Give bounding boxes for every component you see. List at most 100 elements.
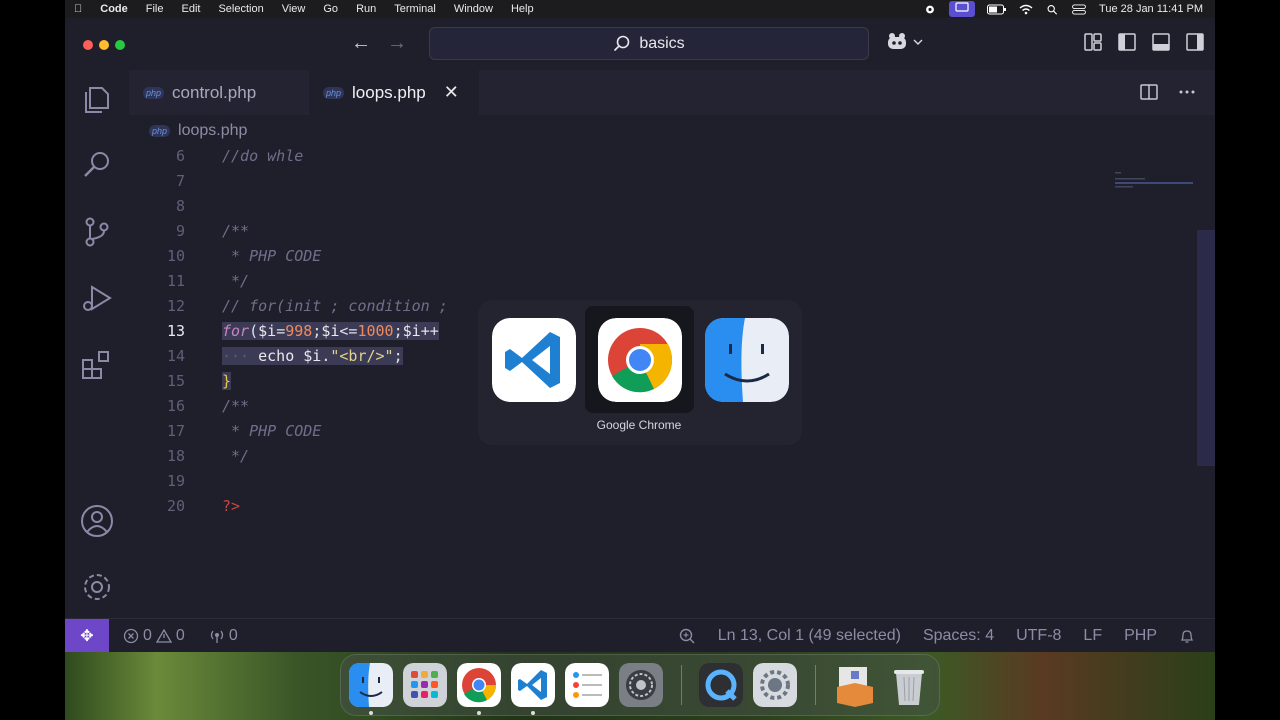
line-number: 7: [175, 171, 185, 190]
record-icon[interactable]: [923, 4, 937, 15]
toggle-secondary-sidebar-icon[interactable]: [1185, 32, 1205, 52]
source-control-icon[interactable]: [80, 215, 114, 249]
title-bar: ← → basics: [65, 18, 1215, 70]
remote-indicator-icon[interactable]: ✥: [65, 618, 109, 653]
spotlight-icon[interactable]: [1045, 4, 1059, 15]
code-text: */: [222, 271, 250, 290]
code-text: // for(init ; condition ;: [222, 296, 448, 315]
trash-icon[interactable]: [887, 663, 931, 707]
archive-utility-icon[interactable]: [833, 663, 877, 707]
cursor-position[interactable]: Ln 13, Col 1 (49 selected): [718, 627, 901, 645]
line-number: 16: [166, 396, 185, 415]
dock: [340, 654, 940, 716]
php-file-icon: php: [323, 86, 345, 99]
ports-count: 0: [228, 626, 238, 644]
indentation[interactable]: Spaces: 4: [923, 627, 994, 645]
customize-layout-icon[interactable]: [1083, 32, 1103, 52]
zoom-window-button[interactable]: [115, 40, 125, 50]
breadcrumb[interactable]: php loops.php: [149, 122, 247, 140]
code-line: 6 //do whle: [129, 143, 1129, 168]
settings-gear-icon[interactable]: [753, 663, 797, 707]
battery-icon[interactable]: [987, 4, 1007, 15]
code-text: }: [222, 371, 232, 390]
tab-loops-php[interactable]: php loops.php ✕: [309, 70, 479, 115]
code-line: 11 */: [129, 268, 1129, 293]
bell-icon[interactable]: [1179, 628, 1195, 644]
breadcrumb-file: loops.php: [178, 122, 248, 139]
vscode-icon[interactable]: [492, 318, 576, 402]
tab-control-php[interactable]: php control.php: [129, 70, 305, 115]
code-line: 20 ?>: [129, 493, 1129, 518]
menu-help[interactable]: Help: [502, 3, 543, 15]
back-arrow-icon[interactable]: ←: [351, 32, 371, 55]
code-line: 9 /**: [129, 218, 1129, 243]
zoom-icon[interactable]: [678, 627, 696, 645]
code-text: /**: [222, 221, 250, 240]
screen-share-icon[interactable]: [949, 1, 976, 17]
code-line: 8: [129, 193, 1129, 218]
line-number: 13: [166, 321, 185, 340]
accounts-icon[interactable]: [80, 504, 114, 538]
launchpad-icon[interactable]: [403, 663, 447, 707]
letterbox-right: [1215, 0, 1280, 720]
running-indicator: [369, 711, 373, 715]
run-debug-icon[interactable]: [80, 282, 114, 316]
toggle-primary-sidebar-icon[interactable]: [1117, 32, 1137, 52]
menubar-clock[interactable]: Tue 28 Jan 11:41 PM: [1099, 3, 1203, 15]
tab-bar: php control.php php loops.php ✕: [129, 70, 1215, 115]
screen:  Code File Edit Selection View Go Run T…: [0, 0, 1280, 720]
menu-edit[interactable]: Edit: [172, 3, 209, 15]
split-editor-icon[interactable]: [1139, 82, 1159, 102]
minimap[interactable]: [1115, 170, 1193, 194]
extensions-icon[interactable]: [80, 348, 114, 382]
command-center-search[interactable]: basics: [429, 27, 869, 60]
line-number: 10: [166, 246, 185, 265]
line-number: 17: [166, 421, 185, 440]
minimize-window-button[interactable]: [99, 40, 109, 50]
dock-separator: [815, 665, 816, 705]
tab-label: loops.php: [352, 82, 426, 102]
wifi-icon[interactable]: [1019, 4, 1033, 15]
close-icon[interactable]: ✕: [444, 82, 459, 103]
code-text: /**: [222, 396, 250, 415]
menu-go[interactable]: Go: [314, 3, 347, 15]
quicktime-icon[interactable]: [699, 663, 743, 707]
line-ending[interactable]: LF: [1083, 627, 1102, 645]
chrome-icon[interactable]: [457, 663, 501, 707]
copilot-button[interactable]: [885, 32, 923, 52]
line-number: 14: [166, 346, 185, 365]
menu-app-name[interactable]: Code: [91, 3, 137, 15]
manage-gear-icon[interactable]: [80, 570, 114, 604]
scrollbar-thumb[interactable]: [1197, 230, 1215, 466]
code-text: ?>: [222, 496, 241, 515]
menu-file[interactable]: File: [137, 3, 173, 15]
traffic-lights: [83, 40, 125, 50]
encoding[interactable]: UTF-8: [1016, 627, 1061, 645]
chevron-down-icon: [913, 39, 923, 45]
problems-indicator[interactable]: 0 0: [123, 627, 185, 645]
apple-menu-icon[interactable]: : [65, 3, 91, 15]
close-window-button[interactable]: [83, 40, 93, 50]
copilot-icon: [888, 33, 906, 49]
menu-window[interactable]: Window: [445, 3, 502, 15]
menu-terminal[interactable]: Terminal: [385, 3, 445, 15]
vscode-icon[interactable]: [511, 663, 555, 707]
finder-icon[interactable]: [705, 318, 789, 402]
menu-view[interactable]: View: [273, 3, 315, 15]
system-settings-icon[interactable]: [619, 663, 663, 707]
code-line: 10 * PHP CODE: [129, 243, 1129, 268]
menu-run[interactable]: Run: [347, 3, 385, 15]
more-actions-icon[interactable]: [1177, 82, 1197, 102]
reminders-icon[interactable]: [565, 663, 609, 707]
ports-indicator[interactable]: 0: [209, 627, 238, 645]
control-center-icon[interactable]: [1071, 3, 1087, 15]
explorer-icon[interactable]: [80, 82, 114, 116]
language-mode[interactable]: PHP: [1124, 627, 1157, 645]
chrome-icon[interactable]: [598, 318, 682, 402]
finder-icon[interactable]: [349, 663, 393, 707]
toggle-panel-icon[interactable]: [1151, 32, 1171, 52]
search-sidebar-icon[interactable]: [80, 148, 114, 182]
code-text: * PHP CODE: [222, 421, 322, 440]
menu-selection[interactable]: Selection: [209, 3, 272, 15]
forward-arrow-icon[interactable]: →: [387, 32, 407, 55]
